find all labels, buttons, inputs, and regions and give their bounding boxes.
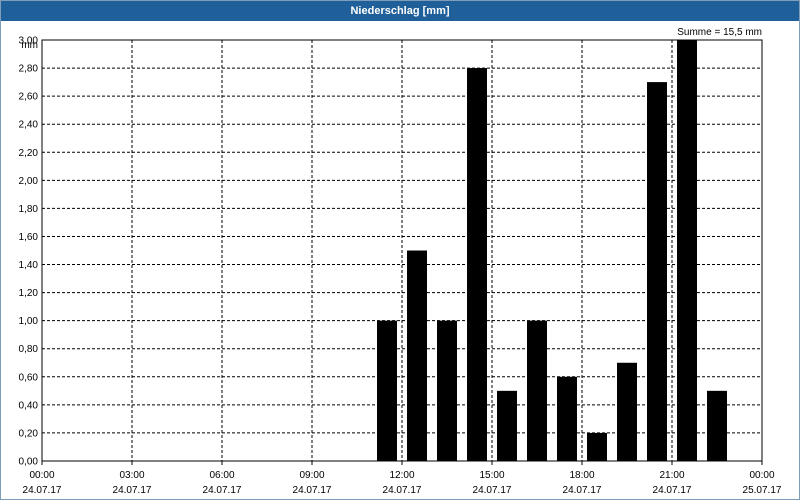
- bar-2200: [707, 390, 727, 461]
- x-tick-date: 24.07.17: [653, 485, 692, 496]
- y-tick-label: 1,00: [19, 316, 39, 327]
- x-tick-time: 00:00: [749, 470, 774, 481]
- x-tick-date: 24.07.17: [473, 485, 512, 496]
- y-tick-label: 2,80: [19, 64, 39, 75]
- y-tick-label: 2,40: [19, 120, 39, 131]
- y-tick-label: 0,40: [19, 400, 39, 411]
- bar-1100: [377, 320, 397, 461]
- x-tick-time: 15:00: [479, 470, 504, 481]
- y-tick-label: 0,60: [19, 372, 39, 383]
- x-tick-date: 24.07.17: [383, 485, 422, 496]
- bar-1900: [617, 362, 637, 461]
- y-tick-label: 1,40: [19, 260, 39, 271]
- bar-1300: [437, 320, 457, 461]
- x-tick-time: 12:00: [389, 470, 414, 481]
- x-tick-time: 06:00: [209, 470, 234, 481]
- bar-1500: [497, 390, 517, 461]
- x-tick-date: 24.07.17: [293, 485, 332, 496]
- bar-1400: [467, 68, 487, 462]
- x-tick-date: 24.07.17: [203, 485, 242, 496]
- y-tick-label: 2,20: [19, 148, 39, 159]
- bar-2000: [647, 82, 667, 461]
- x-tick-time: 18:00: [569, 470, 594, 481]
- y-tick-label: 0,00: [19, 457, 39, 468]
- y-axis-label: mm: [21, 40, 38, 51]
- bar-1600: [527, 320, 547, 461]
- x-tick-date: 24.07.17: [563, 485, 602, 496]
- y-tick-label: 2,60: [19, 92, 39, 103]
- y-tick-label: 1,20: [19, 288, 39, 299]
- y-tick-label: 1,60: [19, 232, 39, 243]
- x-tick-date: 24.07.17: [23, 485, 62, 496]
- bar-2100: [677, 40, 697, 461]
- x-tick-date: 24.07.17: [113, 485, 152, 496]
- x-tick-time: 03:00: [119, 470, 144, 481]
- bar-1700: [557, 376, 577, 461]
- x-tick-time: 00:00: [29, 470, 54, 481]
- precipitation-chart: 0,00 0,20 0,40 0,60 0,80 1,00 1,20 1,40 1,60 1,80…: [19, 36, 782, 497]
- y-tick-label: 1,80: [19, 204, 39, 215]
- bar-1200: [407, 250, 427, 461]
- y-tick-label: 2,00: [19, 176, 39, 187]
- x-tick-time: 09:00: [299, 470, 324, 481]
- y-tick-label: 0,80: [19, 344, 39, 355]
- bar-1800: [587, 432, 607, 461]
- x-tick-date: 25.07.17: [743, 485, 782, 496]
- x-tick-time: 21:00: [659, 470, 684, 481]
- y-tick-label: 0,20: [19, 428, 39, 439]
